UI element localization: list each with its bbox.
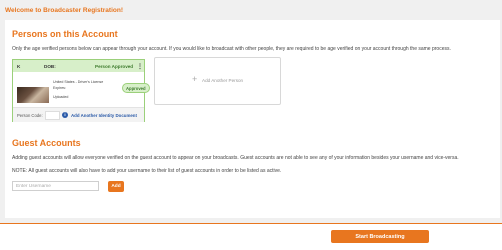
add-identity-document-link[interactable]: Add Another Identity Document <box>71 113 137 118</box>
document-type: United States - Driver's License <box>53 80 104 84</box>
username-input[interactable] <box>12 181 99 191</box>
person-code-value <box>45 111 60 120</box>
id-document-thumbnail[interactable] <box>17 87 49 103</box>
kebab-menu-icon[interactable]: ⋮ <box>137 63 143 70</box>
add-guest-button[interactable]: Add <box>108 181 124 192</box>
info-icon[interactable]: i <box>62 111 68 118</box>
add-person-label: Add Another Person <box>202 78 244 83</box>
document-expires: Expires: <box>53 86 66 90</box>
add-person-button[interactable]: + Add Another Person <box>154 57 281 105</box>
person-status: Person Approved <box>95 63 134 69</box>
page-title: Welcome to Broadcaster Registration! <box>5 7 123 14</box>
person-dob-label: DOB: <box>44 63 56 69</box>
start-broadcasting-button[interactable]: Start Broadcasting <box>331 230 429 243</box>
person-name: K <box>17 63 21 69</box>
person-card: K DOB: Person Approved ⋮ United States -… <box>12 59 150 122</box>
guests-note: NOTE: All guest accounts will also have … <box>12 168 282 174</box>
persons-heading: Persons on this Account <box>12 29 118 39</box>
person-card-header: K DOB: Person Approved ⋮ <box>13 60 144 72</box>
persons-description: Only the age verified persons below can … <box>12 46 451 52</box>
person-code-label: Person Code: <box>17 112 43 118</box>
plus-icon: + <box>192 74 198 84</box>
person-card-footer: Person Code: i Add Another Identity Docu… <box>13 107 144 122</box>
document-uploaded: Uploaded <box>53 95 69 99</box>
guests-heading: Guest Accounts <box>12 138 81 148</box>
guests-description: Adding guest accounts will allow everyon… <box>12 155 459 161</box>
top-bar: Welcome to Broadcaster Registration! <box>0 0 502 22</box>
approved-badge: Approved <box>122 83 150 93</box>
